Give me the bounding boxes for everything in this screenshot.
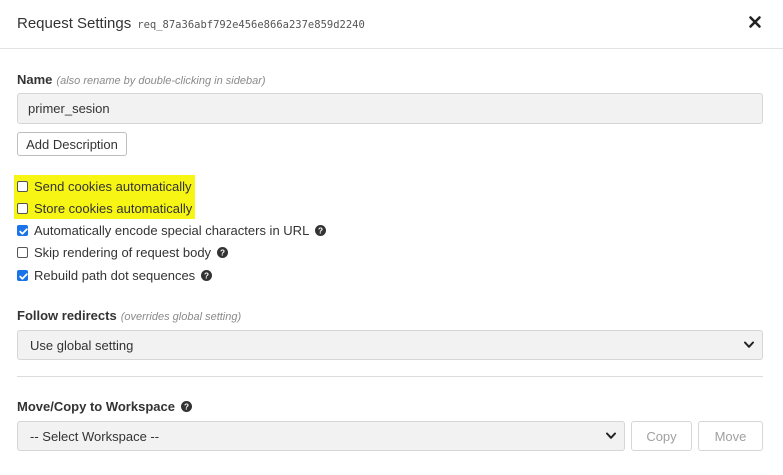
add-description-button[interactable]: Add Description: [17, 132, 127, 156]
option-encode-url[interactable]: Automatically encode special characters …: [17, 220, 327, 240]
section-divider: [17, 376, 763, 377]
option-label: Skip rendering of request body: [34, 244, 212, 260]
svg-text:?: ?: [184, 402, 189, 411]
workspace-selected: -- Select Workspace --: [30, 428, 160, 444]
close-button[interactable]: [747, 14, 763, 30]
option-label: Automatically encode special characters …: [34, 222, 310, 238]
help-icon[interactable]: ?: [315, 224, 327, 236]
option-label: Rebuild path dot sequences: [34, 267, 196, 283]
option-label: Store cookies automatically: [34, 200, 193, 216]
checkbox-skip-body-render[interactable]: [17, 246, 28, 258]
request-id: req_87a36abf792e456e866a237e859d2240: [137, 19, 365, 31]
checkmark-icon: [19, 227, 28, 235]
follow-redirects-hint: (overrides global setting): [120, 311, 242, 323]
checkbox-send-cookies[interactable]: [17, 180, 28, 192]
follow-redirects-select[interactable]: Use global setting: [17, 330, 763, 360]
request-settings-modal: Request Settings req_87a36abf792e456e866a…: [0, 0, 783, 475]
option-send-cookies[interactable]: Send cookies automatically: [14, 175, 195, 197]
name-label-text: Name: [17, 72, 53, 87]
name-input[interactable]: [17, 93, 763, 124]
checkbox-rebuild-dot-paths[interactable]: [17, 269, 28, 281]
modal-title: Request Settings req_87a36abf792e456e866a…: [17, 15, 365, 32]
option-label: Send cookies automatically: [34, 178, 192, 194]
checkbox-store-cookies[interactable]: [17, 202, 28, 214]
close-icon: [749, 16, 761, 28]
workspace-label-text: Move/Copy to Workspace: [17, 399, 175, 414]
name-label: Name (also rename by double-clicking in s…: [17, 72, 266, 87]
follow-redirects-label-text: Follow redirects: [17, 308, 117, 323]
workspace-select[interactable]: -- Select Workspace --: [17, 421, 625, 451]
checkbox-encode-url[interactable]: [17, 224, 28, 236]
copy-button[interactable]: Copy: [631, 421, 692, 451]
follow-redirects-label: Follow redirects (overrides global settin…: [17, 308, 241, 323]
option-rebuild-dot-paths[interactable]: Rebuild path dot sequences?: [17, 265, 213, 285]
chevron-down-icon: [744, 341, 754, 348]
help-icon[interactable]: ?: [180, 401, 192, 412]
workspace-label: Move/Copy to Workspace ?: [17, 399, 192, 414]
move-button[interactable]: Move: [698, 421, 763, 451]
svg-text:?: ?: [204, 271, 209, 280]
svg-text:?: ?: [318, 226, 323, 235]
help-icon[interactable]: ?: [201, 269, 213, 281]
option-store-cookies[interactable]: Store cookies automatically: [13, 197, 196, 219]
svg-text:?: ?: [220, 248, 225, 257]
follow-redirects-selected: Use global setting: [30, 337, 134, 353]
modal-header: Request Settings req_87a36abf792e456e866a…: [0, 0, 783, 49]
name-hint: (also rename by double-clicking in sideb…: [56, 75, 266, 87]
help-icon[interactable]: ?: [217, 246, 229, 258]
chevron-down-icon: [606, 432, 616, 439]
checkmark-icon: [19, 272, 28, 280]
modal-title-text: Request Settings: [17, 15, 132, 32]
option-skip-body-render[interactable]: Skip rendering of request body?: [17, 242, 229, 262]
